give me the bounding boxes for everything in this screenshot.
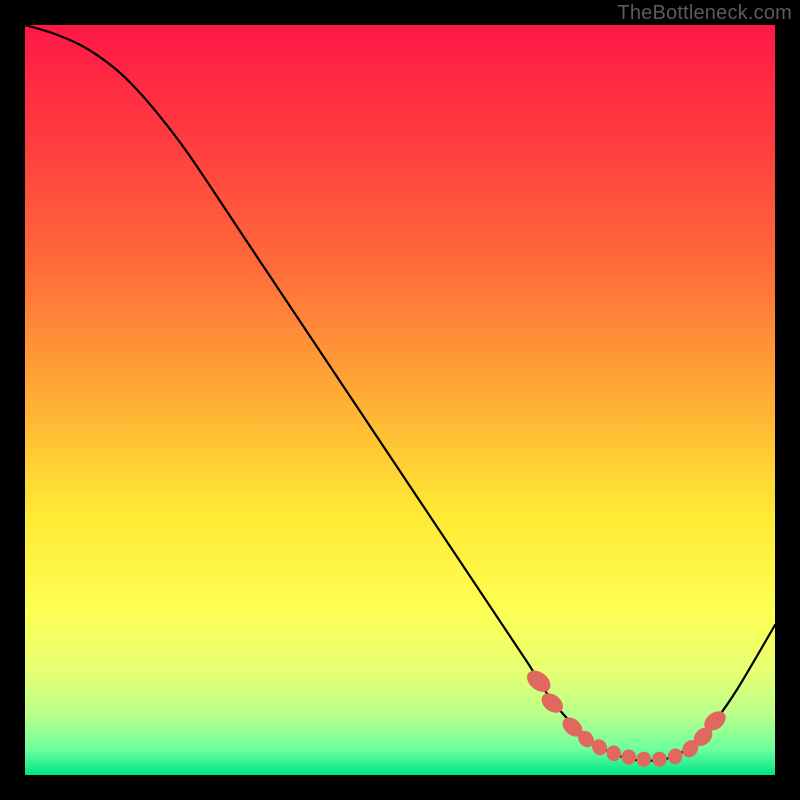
chart-frame: TheBottleneck.com xyxy=(0,0,800,800)
highlight-dot xyxy=(622,749,637,764)
watermark-text: TheBottleneck.com xyxy=(617,2,792,25)
gradient-background xyxy=(25,25,775,775)
plot-area xyxy=(25,25,775,775)
highlight-dot xyxy=(652,752,667,767)
chart-svg xyxy=(25,25,775,775)
highlight-dot xyxy=(637,752,652,767)
